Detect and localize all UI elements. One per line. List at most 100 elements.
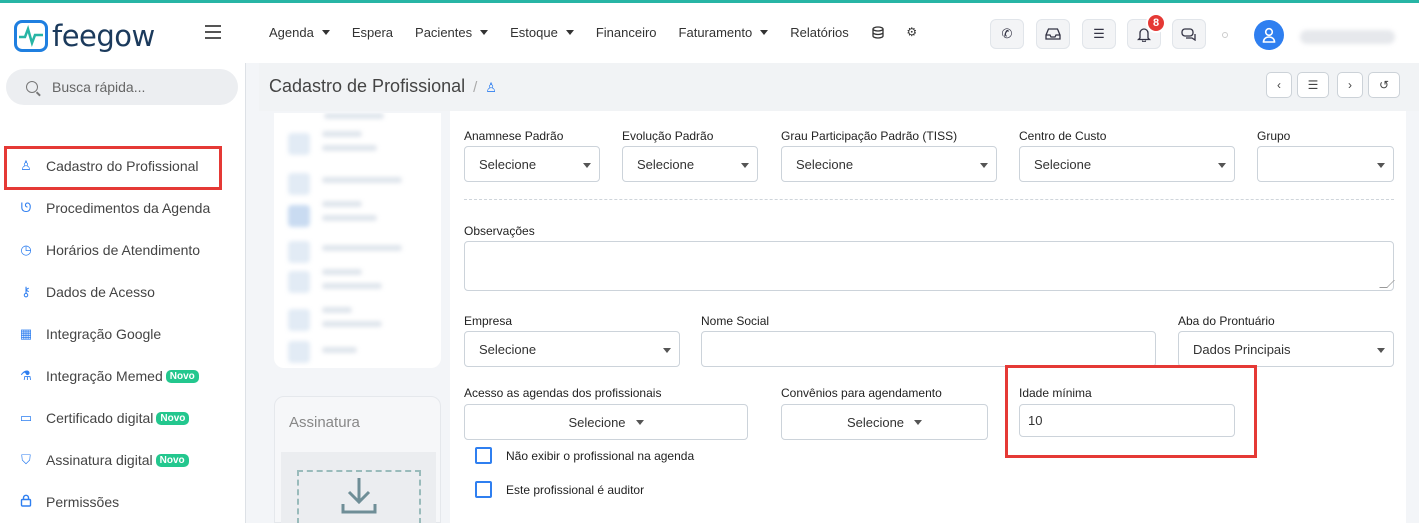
highlight-box-idade <box>1005 365 1257 458</box>
hamburger-menu-icon[interactable] <box>205 25 221 43</box>
sidebar-item-certificado[interactable]: ▭ Certificado digital Novo <box>18 410 190 426</box>
chevron-down-icon <box>1218 163 1226 168</box>
main-nav: Agenda Espera Pacientes Estoque Financei… <box>269 25 939 40</box>
blurred-row <box>322 131 362 137</box>
signature-panel: Assinatura <box>274 396 441 523</box>
chat-button[interactable] <box>1172 19 1206 49</box>
user-icon: ♙ <box>485 80 497 95</box>
user-icon <box>1262 27 1276 43</box>
blurred-row <box>324 113 384 119</box>
page-title: Cadastro de Profissional / ♙ <box>269 76 497 97</box>
professional-form: Anamnese Padrão Selecione Evolução Padrã… <box>450 111 1406 523</box>
shield-icon: ⛉ <box>21 452 31 467</box>
list-button[interactable]: ☰ <box>1297 72 1329 98</box>
blurred-row <box>322 145 377 151</box>
acesso-agendas-label: Acesso as agendas dos profissionais <box>464 386 662 400</box>
history-button[interactable]: ↺ <box>1368 72 1400 98</box>
evolucao-select[interactable]: Selecione <box>622 146 758 182</box>
flask-icon: ⚗ <box>20 368 32 383</box>
sidebar-item-label: Integração Google <box>46 326 162 342</box>
convenios-label: Convênios para agendamento <box>781 386 942 400</box>
chat-icon <box>1181 27 1196 41</box>
nav-estoque[interactable]: Estoque <box>510 25 574 40</box>
nav-espera[interactable]: Espera <box>352 25 393 40</box>
stethoscope-icon: ᘎ <box>20 200 32 215</box>
search-input[interactable]: Busca rápida... <box>6 69 238 105</box>
sidebar-item-label: Dados de Acesso <box>46 284 155 300</box>
user-name-blurred[interactable] <box>1300 30 1395 44</box>
checklist-icon: ☰ <box>1093 26 1105 41</box>
gear-icon[interactable]: ⚙ <box>905 25 919 39</box>
new-badge: Novo <box>156 411 190 425</box>
upload-dropzone[interactable] <box>297 470 421 523</box>
observacoes-textarea[interactable] <box>464 241 1395 291</box>
sidebar: Busca rápida... ♙ Cadastro do Profission… <box>0 63 246 523</box>
new-badge: Novo <box>155 453 189 467</box>
nav-agenda[interactable]: Agenda <box>269 25 330 40</box>
sidebar-item-label: Certificado digital <box>46 410 154 426</box>
next-button[interactable]: › <box>1337 72 1363 98</box>
empresa-label: Empresa <box>464 314 513 328</box>
breadcrumb-separator: / <box>473 79 478 96</box>
list-icon: ☰ <box>1307 78 1319 92</box>
sidebar-item-permissoes[interactable]: Permissões <box>18 494 119 510</box>
phone-icon: ✆ <box>1001 26 1013 41</box>
previous-button[interactable]: ‹ <box>1266 72 1292 98</box>
aba-prontuario-label: Aba do Prontuário <box>1178 314 1275 328</box>
evolucao-label: Evolução Padrão <box>622 129 714 143</box>
sidebar-item-dados-acesso[interactable]: ⚷ Dados de Acesso <box>18 284 155 300</box>
grau-select[interactable]: Selecione <box>781 146 997 182</box>
main-content: Cadastro de Profissional / ♙ ‹ ☰ › ↺ Assin… <box>259 63 1419 523</box>
download-icon <box>341 478 377 514</box>
chevron-left-icon: ‹ <box>1277 78 1281 92</box>
clock-icon: ◷ <box>20 242 32 257</box>
centro-custo-select[interactable]: Selecione <box>1019 146 1235 182</box>
aba-prontuario-select[interactable]: Dados Principais <box>1178 331 1394 367</box>
grupo-label: Grupo <box>1257 129 1291 143</box>
nav-pacientes[interactable]: Pacientes <box>415 25 489 40</box>
nav-relatorios[interactable]: Relatórios <box>790 25 849 40</box>
highlight-box-sidebar <box>4 146 222 190</box>
empresa-select[interactable]: Selecione <box>464 331 680 367</box>
sidebar-item-integracao-google[interactable]: ▦ Integração Google <box>18 326 161 342</box>
anamnese-label: Anamnese Padrão <box>464 129 564 143</box>
signature-upload-area[interactable] <box>281 452 436 523</box>
resize-handle-icon[interactable] <box>1379 280 1395 288</box>
signature-title: Assinatura <box>289 414 360 431</box>
auditor-checkbox[interactable]: Este profissional é auditor <box>475 481 644 498</box>
chevron-down-icon <box>321 30 330 35</box>
chevron-down-icon <box>914 419 923 425</box>
nav-financeiro[interactable]: Financeiro <box>596 25 657 40</box>
logo-text: feegow <box>52 19 155 53</box>
sidebar-item-integracao-memed[interactable]: ⚗ Integração Memed Novo <box>18 368 199 384</box>
phone-button[interactable]: ✆ <box>990 19 1024 49</box>
logo-pulse-icon <box>14 20 48 52</box>
nome-social-label: Nome Social <box>701 314 770 328</box>
inbox-button[interactable] <box>1036 19 1070 49</box>
title-bar: Cadastro de Profissional / ♙ ‹ ☰ › ↺ <box>259 63 1419 111</box>
sidebar-item-horarios[interactable]: ◷ Horários de Atendimento <box>18 242 200 258</box>
blurred-row <box>322 201 362 207</box>
checklist-button[interactable]: ☰ <box>1082 19 1116 49</box>
acesso-agendas-select[interactable]: Selecione <box>464 404 748 440</box>
checkbox-box[interactable] <box>475 447 492 464</box>
avatar[interactable] <box>1254 20 1284 50</box>
nav-faturamento[interactable]: Faturamento <box>679 25 769 40</box>
anamnese-select[interactable]: Selecione <box>464 146 600 182</box>
sidebar-item-assinatura[interactable]: ⛉ Assinatura digital Novo <box>18 452 189 468</box>
blurred-row <box>322 177 402 183</box>
nome-social-input[interactable] <box>701 331 1156 367</box>
feegow-logo[interactable]: feegow <box>14 19 155 53</box>
hide-in-agenda-checkbox[interactable]: Não exibir o profissional na agenda <box>475 447 694 464</box>
calendar-icon: ▦ <box>19 326 33 341</box>
grupo-select[interactable] <box>1257 146 1394 182</box>
database-icon[interactable] <box>871 25 885 39</box>
sidebar-item-procedimentos[interactable]: ᘎ Procedimentos da Agenda <box>18 200 211 216</box>
chevron-down-icon <box>663 348 671 353</box>
lock-icon <box>18 494 34 510</box>
observacoes-label: Observações <box>464 224 535 238</box>
checkbox-box[interactable] <box>475 481 492 498</box>
convenios-select[interactable]: Selecione <box>781 404 988 440</box>
chevron-down-icon <box>565 30 574 35</box>
search-icon <box>26 81 38 93</box>
